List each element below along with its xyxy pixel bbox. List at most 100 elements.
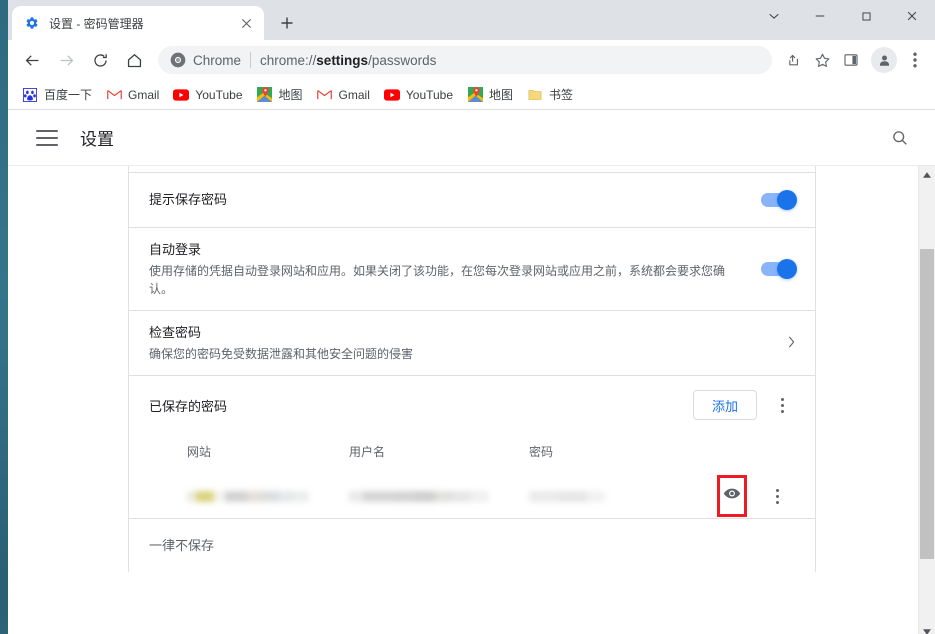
- bookmark-label: Gmail: [338, 87, 370, 102]
- bookmark-label: YouTube: [195, 87, 243, 102]
- saved-passwords-label: 已保存的密码: [149, 398, 228, 414]
- redacted-password-value: [529, 490, 605, 502]
- toggle-auto-signin[interactable]: [761, 259, 797, 279]
- avatar[interactable]: [871, 47, 897, 73]
- chrome-identity-badge: Chrome: [170, 52, 250, 68]
- chrome-logo-icon: [170, 52, 186, 68]
- table-row[interactable]: [149, 474, 795, 518]
- tab-strip: 设置 - 密码管理器: [8, 0, 935, 40]
- row-text: 提示保存密码: [149, 190, 761, 210]
- cell-password: [529, 490, 705, 502]
- cell-row-menu: [759, 481, 795, 511]
- row-more-icon[interactable]: [764, 481, 790, 511]
- show-password-highlight: [717, 475, 747, 517]
- row-text: 检查密码 确保您的密码免受数据泄露和其他安全问题的侵害: [149, 323, 782, 363]
- gmail-icon: [106, 87, 122, 103]
- column-header-password: 密码: [529, 445, 554, 459]
- maximize-icon[interactable]: [843, 0, 889, 32]
- setting-subtitle: 使用存储的凭据自动登录网站和应用。如果关闭了该功能，在您每次登录网站或应用之前，…: [149, 264, 726, 296]
- forward-icon[interactable]: [52, 46, 80, 74]
- chevron-right-icon[interactable]: [782, 336, 795, 351]
- bookmark-item[interactable]: 地图: [251, 84, 309, 106]
- toggle-knob: [777, 259, 797, 279]
- bookmark-label: Gmail: [128, 87, 160, 102]
- baidu-icon: [22, 87, 38, 103]
- add-password-button[interactable]: 添加: [692, 390, 757, 420]
- back-icon[interactable]: [18, 46, 46, 74]
- saved-passwords-more-icon[interactable]: [769, 390, 795, 420]
- omnibox-url: chrome://settings/passwords: [260, 53, 436, 68]
- scroll-up-arrow-icon[interactable]: [919, 166, 935, 183]
- column-header-site: 网站: [187, 445, 212, 459]
- setting-row-offer-to-save[interactable]: 提示保存密码: [129, 173, 815, 227]
- bookmark-label: 地图: [278, 88, 303, 102]
- share-icon[interactable]: [779, 46, 807, 74]
- setting-row-check-passwords[interactable]: 检查密码 确保您的密码免受数据泄露和其他安全问题的侵害: [129, 311, 815, 375]
- hamburger-icon[interactable]: [36, 129, 58, 146]
- bookmark-item[interactable]: 百度一下: [16, 84, 98, 106]
- bookmark-folder[interactable]: 书签: [521, 84, 579, 106]
- bookmark-label: 百度一下: [44, 88, 93, 102]
- setting-subtitle: 确保您的密码免受数据泄露和其他安全问题的侵害: [149, 347, 414, 361]
- saved-passwords-header: 已保存的密码 添加: [129, 376, 815, 430]
- url-prefix: chrome://: [260, 52, 317, 68]
- search-icon[interactable]: [887, 125, 913, 151]
- bookmark-item[interactable]: 地图: [461, 84, 519, 106]
- bookmark-label: 地图: [489, 88, 514, 102]
- browser-window: 设置 - 密码管理器 Chrome chrome://settings/pass…: [8, 0, 935, 634]
- setting-title: 检查密码: [149, 325, 202, 340]
- new-tab-button[interactable]: [274, 10, 300, 36]
- minimize-icon[interactable]: [797, 0, 843, 32]
- settings-card: 提示保存密码 自动登录 使用存储的凭据自动登录网站和应用。如果关闭了该功能，在您…: [128, 166, 816, 572]
- star-icon[interactable]: [808, 46, 836, 74]
- maps-icon: [467, 87, 483, 103]
- reload-icon[interactable]: [86, 46, 114, 74]
- bookmark-item[interactable]: YouTube: [167, 84, 248, 106]
- address-bar[interactable]: Chrome chrome://settings/passwords: [158, 46, 772, 74]
- toggle-offer-to-save[interactable]: [761, 190, 797, 210]
- toggle-knob: [777, 190, 797, 210]
- home-icon[interactable]: [120, 46, 148, 74]
- omnibox-divider: [250, 52, 252, 68]
- eye-icon[interactable]: [723, 487, 741, 505]
- gmail-icon: [317, 87, 333, 103]
- bookmark-item[interactable]: YouTube: [378, 84, 459, 106]
- url-bold: settings: [316, 52, 369, 68]
- bookmark-item[interactable]: Gmail: [100, 84, 165, 106]
- column-header-username: 用户名: [349, 445, 386, 459]
- cell-site: [149, 490, 349, 502]
- close-window-icon[interactable]: [889, 0, 935, 32]
- scroll-down-arrow-icon[interactable]: [919, 623, 935, 634]
- tab-title: 设置 - 密码管理器: [49, 16, 144, 31]
- bookmark-label: 书签: [549, 88, 574, 102]
- browser-toolbar: Chrome chrome://settings/passwords: [8, 40, 935, 80]
- never-saved-label: 一律不保存: [149, 538, 215, 553]
- browser-menu-icon[interactable]: [901, 46, 929, 74]
- setting-title: 提示保存密码: [149, 192, 228, 207]
- folder-icon: [527, 87, 543, 103]
- scrollbar-thumb[interactable]: [920, 249, 934, 559]
- bookmark-label: YouTube: [405, 87, 454, 102]
- chevron-down-icon[interactable]: [751, 0, 797, 32]
- vertical-scrollbar[interactable]: [918, 166, 935, 634]
- redacted-username-value: [349, 490, 489, 502]
- row-text: 自动登录 使用存储的凭据自动登录网站和应用。如果关闭了该功能，在您每次登录网站或…: [149, 240, 761, 298]
- table-header-row: 网站 用户名 密码: [149, 430, 795, 474]
- redacted-site-value: [187, 490, 309, 502]
- settings-content: 提示保存密码 自动登录 使用存储的凭据自动登录网站和应用。如果关闭了该功能，在您…: [8, 166, 935, 634]
- saved-passwords-table: 网站 用户名 密码: [129, 430, 815, 518]
- cell-username: [349, 490, 529, 502]
- settings-page-header: 设置: [8, 110, 935, 166]
- bookmark-item[interactable]: Gmail: [311, 84, 376, 106]
- browser-tab-settings[interactable]: 设置 - 密码管理器: [12, 6, 264, 40]
- bookmarks-bar: 百度一下 Gmail YouTube 地图 Gmail YouTube 地图 书…: [8, 80, 935, 110]
- omnibox-scheme-label: Chrome: [193, 52, 242, 68]
- setting-row-auto-signin[interactable]: 自动登录 使用存储的凭据自动登录网站和应用。如果关闭了该功能，在您每次登录网站或…: [129, 228, 815, 310]
- cell-show-password: [705, 475, 759, 517]
- close-icon[interactable]: [236, 13, 256, 33]
- maps-icon: [257, 87, 273, 103]
- youtube-icon: [383, 87, 400, 103]
- gear-icon: [24, 15, 40, 31]
- side-panel-icon[interactable]: [837, 46, 865, 74]
- window-controls: [751, 0, 935, 32]
